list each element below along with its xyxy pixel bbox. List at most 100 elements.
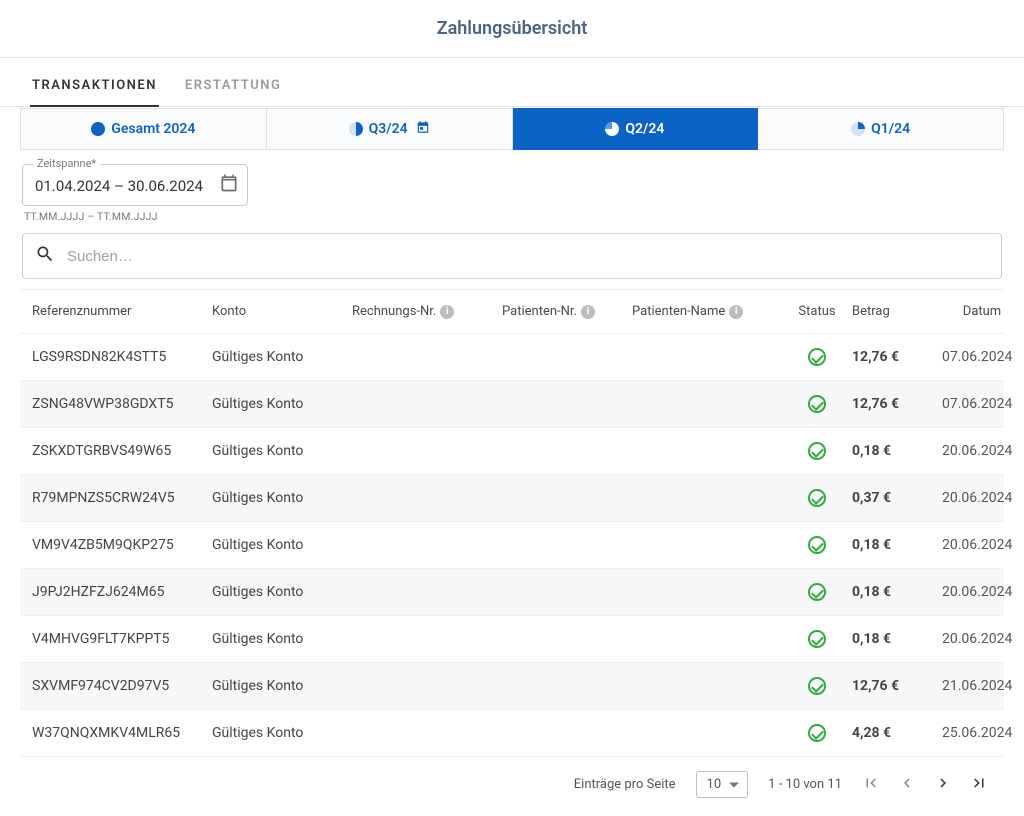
qtab-label: Gesamt 2024 bbox=[111, 121, 195, 137]
th-account[interactable]: Konto bbox=[212, 304, 352, 319]
cell-status bbox=[782, 489, 852, 507]
th-date[interactable]: Datum bbox=[942, 304, 1022, 319]
check-circle-icon bbox=[808, 724, 826, 742]
check-circle-icon bbox=[808, 536, 826, 554]
cell-amount: 0,18 € bbox=[852, 584, 942, 600]
table-header: Referenznummer Konto Rechnungs-Nr. i Pat… bbox=[20, 290, 1004, 334]
check-circle-icon bbox=[808, 489, 826, 507]
page-title: Zahlungsübersicht bbox=[0, 0, 1024, 58]
th-amount[interactable]: Betrag bbox=[852, 304, 942, 319]
primary-tabs: TRANSAKTIONEN ERSTATTUNG bbox=[0, 58, 1024, 107]
tab-transaktionen[interactable]: TRANSAKTIONEN bbox=[30, 70, 159, 107]
qtab-q2-24[interactable]: Q2/24 bbox=[513, 108, 759, 150]
cell-date: 20.06.2024 bbox=[942, 631, 1022, 647]
cell-status bbox=[782, 630, 852, 648]
pager-last-button[interactable] bbox=[970, 774, 988, 796]
table-row[interactable]: SXVMF974CV2D97V5Gültiges Konto12,76 €21.… bbox=[20, 663, 1004, 710]
cell-status bbox=[782, 677, 852, 695]
th-patient-name-label: Patienten-Name bbox=[632, 304, 725, 319]
cell-date: 07.06.2024 bbox=[942, 349, 1022, 365]
table-row[interactable]: R79MPNZS5CRW24V5Gültiges Konto0,37 €20.0… bbox=[20, 475, 1004, 522]
pager-page-size-select[interactable]: 10 bbox=[696, 771, 749, 798]
quarter-tabs: Gesamt 2024 Q3/24 Q2/24 Q1/24 bbox=[20, 108, 1004, 150]
th-status[interactable]: Status bbox=[782, 304, 852, 319]
pager-first-button[interactable] bbox=[862, 774, 880, 796]
calendar-event-icon bbox=[416, 120, 430, 138]
check-circle-icon bbox=[808, 677, 826, 695]
table-row[interactable]: LGS9RSDN82K4STT5Gültiges Konto12,76 €07.… bbox=[20, 334, 1004, 381]
cell-ref: R79MPNZS5CRW24V5 bbox=[32, 490, 212, 506]
cell-date: 25.06.2024 bbox=[942, 725, 1022, 741]
cell-status bbox=[782, 395, 852, 413]
table-row[interactable]: J9PJ2HZFZJ624M65Gültiges Konto0,18 €20.0… bbox=[20, 569, 1004, 616]
th-patient-no[interactable]: Patienten-Nr. i bbox=[502, 304, 632, 319]
qtab-q3-24[interactable]: Q3/24 bbox=[267, 108, 513, 150]
table-row[interactable]: VM9V4ZB5M9QKP275Gültiges Konto0,18 €20.0… bbox=[20, 522, 1004, 569]
cell-amount: 0,18 € bbox=[852, 443, 942, 459]
cell-ref: ZSKXDTGRBVS49W65 bbox=[32, 443, 212, 459]
cell-amount: 0,18 € bbox=[852, 631, 942, 647]
three-quarter-pie-icon bbox=[605, 122, 619, 136]
table-row[interactable]: ZSKXDTGRBVS49W65Gültiges Konto0,18 €20.0… bbox=[20, 428, 1004, 475]
th-invoice-label: Rechnungs-Nr. bbox=[352, 304, 436, 319]
cell-date: 20.06.2024 bbox=[942, 443, 1022, 459]
cell-account: Gültiges Konto bbox=[212, 490, 352, 506]
qtab-q1-24[interactable]: Q1/24 bbox=[758, 108, 1004, 150]
date-range-legend: Zeitspanne* bbox=[33, 157, 100, 170]
cell-account: Gültiges Konto bbox=[212, 349, 352, 365]
cell-account: Gültiges Konto bbox=[212, 443, 352, 459]
date-range-hint: TT.MM.JJJJ – TT.MM.JJJJ bbox=[24, 210, 1002, 223]
search-input[interactable] bbox=[67, 248, 989, 265]
info-icon[interactable]: i bbox=[440, 305, 454, 319]
cell-ref: W37QNQXMKV4MLR65 bbox=[32, 725, 212, 741]
table-row[interactable]: W37QNQXMKV4MLR65Gültiges Konto4,28 €25.0… bbox=[20, 710, 1004, 757]
date-range-value: 01.04.2024 – 30.06.2024 bbox=[35, 177, 203, 195]
cell-ref: V4MHVG9FLT7KPPT5 bbox=[32, 631, 212, 647]
pager-next-button[interactable] bbox=[934, 774, 952, 796]
cell-account: Gültiges Konto bbox=[212, 725, 352, 741]
quarter-pie-icon bbox=[851, 122, 865, 136]
cell-account: Gültiges Konto bbox=[212, 631, 352, 647]
th-patient-no-label: Patienten-Nr. bbox=[502, 304, 577, 319]
cell-ref: SXVMF974CV2D97V5 bbox=[32, 678, 212, 694]
cell-account: Gültiges Konto bbox=[212, 584, 352, 600]
cell-status bbox=[782, 536, 852, 554]
th-ref[interactable]: Referenznummer bbox=[32, 304, 212, 319]
info-icon[interactable]: i bbox=[581, 305, 595, 319]
cell-date: 07.06.2024 bbox=[942, 396, 1022, 412]
search-icon bbox=[35, 244, 55, 268]
full-pie-icon bbox=[91, 122, 105, 136]
pager-prev-button[interactable] bbox=[898, 774, 916, 796]
check-circle-icon bbox=[808, 583, 826, 601]
cell-status bbox=[782, 724, 852, 742]
cell-date: 21.06.2024 bbox=[942, 678, 1022, 694]
th-patient-name[interactable]: Patienten-Name i bbox=[632, 304, 782, 319]
qtab-label: Q1/24 bbox=[871, 121, 910, 137]
cell-date: 20.06.2024 bbox=[942, 490, 1022, 506]
check-circle-icon bbox=[808, 348, 826, 366]
cell-amount: 0,37 € bbox=[852, 490, 942, 506]
check-circle-icon bbox=[808, 442, 826, 460]
table-row[interactable]: V4MHVG9FLT7KPPT5Gültiges Konto0,18 €20.0… bbox=[20, 616, 1004, 663]
info-icon[interactable]: i bbox=[729, 305, 743, 319]
cell-amount: 4,28 € bbox=[852, 725, 942, 741]
cell-account: Gültiges Konto bbox=[212, 678, 352, 694]
cell-status bbox=[782, 348, 852, 366]
cell-amount: 12,76 € bbox=[852, 349, 942, 365]
tab-erstattung[interactable]: ERSTATTUNG bbox=[183, 70, 283, 106]
cell-status bbox=[782, 583, 852, 601]
qtab-gesamt-2024[interactable]: Gesamt 2024 bbox=[20, 108, 267, 150]
cell-amount: 12,76 € bbox=[852, 678, 942, 694]
check-circle-icon bbox=[808, 630, 826, 648]
cell-amount: 12,76 € bbox=[852, 396, 942, 412]
cell-status bbox=[782, 442, 852, 460]
th-invoice[interactable]: Rechnungs-Nr. i bbox=[352, 304, 502, 319]
table-row[interactable]: ZSNG48VWP38GDXT5Gültiges Konto12,76 €07.… bbox=[20, 381, 1004, 428]
half-pie-icon bbox=[349, 122, 363, 136]
search-box[interactable] bbox=[22, 233, 1002, 279]
cell-account: Gültiges Konto bbox=[212, 537, 352, 553]
date-range-field[interactable]: Zeitspanne* 01.04.2024 – 30.06.2024 bbox=[22, 164, 248, 206]
calendar-icon[interactable] bbox=[219, 173, 239, 197]
cell-date: 20.06.2024 bbox=[942, 584, 1022, 600]
cell-date: 20.06.2024 bbox=[942, 537, 1022, 553]
